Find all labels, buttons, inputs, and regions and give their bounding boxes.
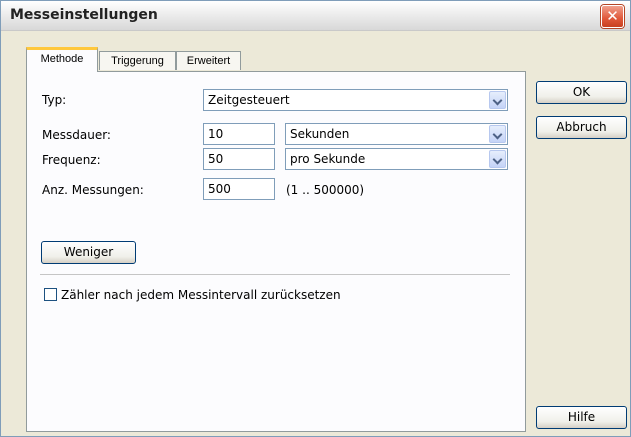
anzahl-input[interactable]: 500 bbox=[203, 178, 275, 200]
anzahl-label: Anz. Messungen: bbox=[42, 183, 144, 197]
weniger-button[interactable]: Weniger bbox=[41, 241, 136, 264]
frequenz-label: Frequenz: bbox=[42, 153, 101, 167]
frequenz-input[interactable]: 50 bbox=[203, 148, 275, 170]
ok-button[interactable]: OK bbox=[536, 81, 627, 104]
chevron-down-icon[interactable] bbox=[489, 125, 506, 143]
tab-triggerung[interactable]: Triggerung bbox=[99, 51, 176, 70]
typ-label: Typ: bbox=[42, 93, 67, 107]
anzahl-range-hint: (1 .. 500000) bbox=[286, 183, 365, 197]
section-divider bbox=[40, 274, 510, 275]
frequenz-unit-value: pro Sekunde bbox=[290, 152, 366, 166]
frequenz-unit-select[interactable]: pro Sekunde bbox=[285, 148, 508, 170]
close-button[interactable]: ✕ bbox=[601, 5, 624, 28]
messdauer-input[interactable]: 10 bbox=[203, 123, 275, 145]
reset-counter-label[interactable]: Zähler nach jedem Messintervall zurückse… bbox=[61, 288, 341, 302]
abbruch-button[interactable]: Abbruch bbox=[536, 116, 627, 139]
reset-counter-checkbox[interactable] bbox=[44, 288, 57, 301]
tab-methode[interactable]: Methode bbox=[26, 47, 98, 72]
messdauer-unit-value: Sekunden bbox=[290, 127, 350, 141]
chevron-down-icon[interactable] bbox=[489, 150, 506, 168]
dialog-window: Messeinstellungen ✕ Methode Triggerung E… bbox=[0, 0, 631, 437]
typ-select-value: Zeitgesteuert bbox=[208, 93, 290, 107]
messdauer-label: Messdauer: bbox=[42, 128, 111, 142]
typ-select[interactable]: Zeitgesteuert bbox=[203, 89, 508, 111]
title-bar[interactable]: Messeinstellungen ✕ bbox=[1, 1, 630, 31]
window-title: Messeinstellungen bbox=[10, 7, 158, 23]
hilfe-button[interactable]: Hilfe bbox=[536, 406, 627, 429]
close-icon: ✕ bbox=[606, 7, 619, 25]
messdauer-unit-select[interactable]: Sekunden bbox=[285, 123, 508, 145]
tab-erweitert[interactable]: Erweitert bbox=[176, 51, 241, 70]
chevron-down-icon[interactable] bbox=[489, 91, 506, 109]
